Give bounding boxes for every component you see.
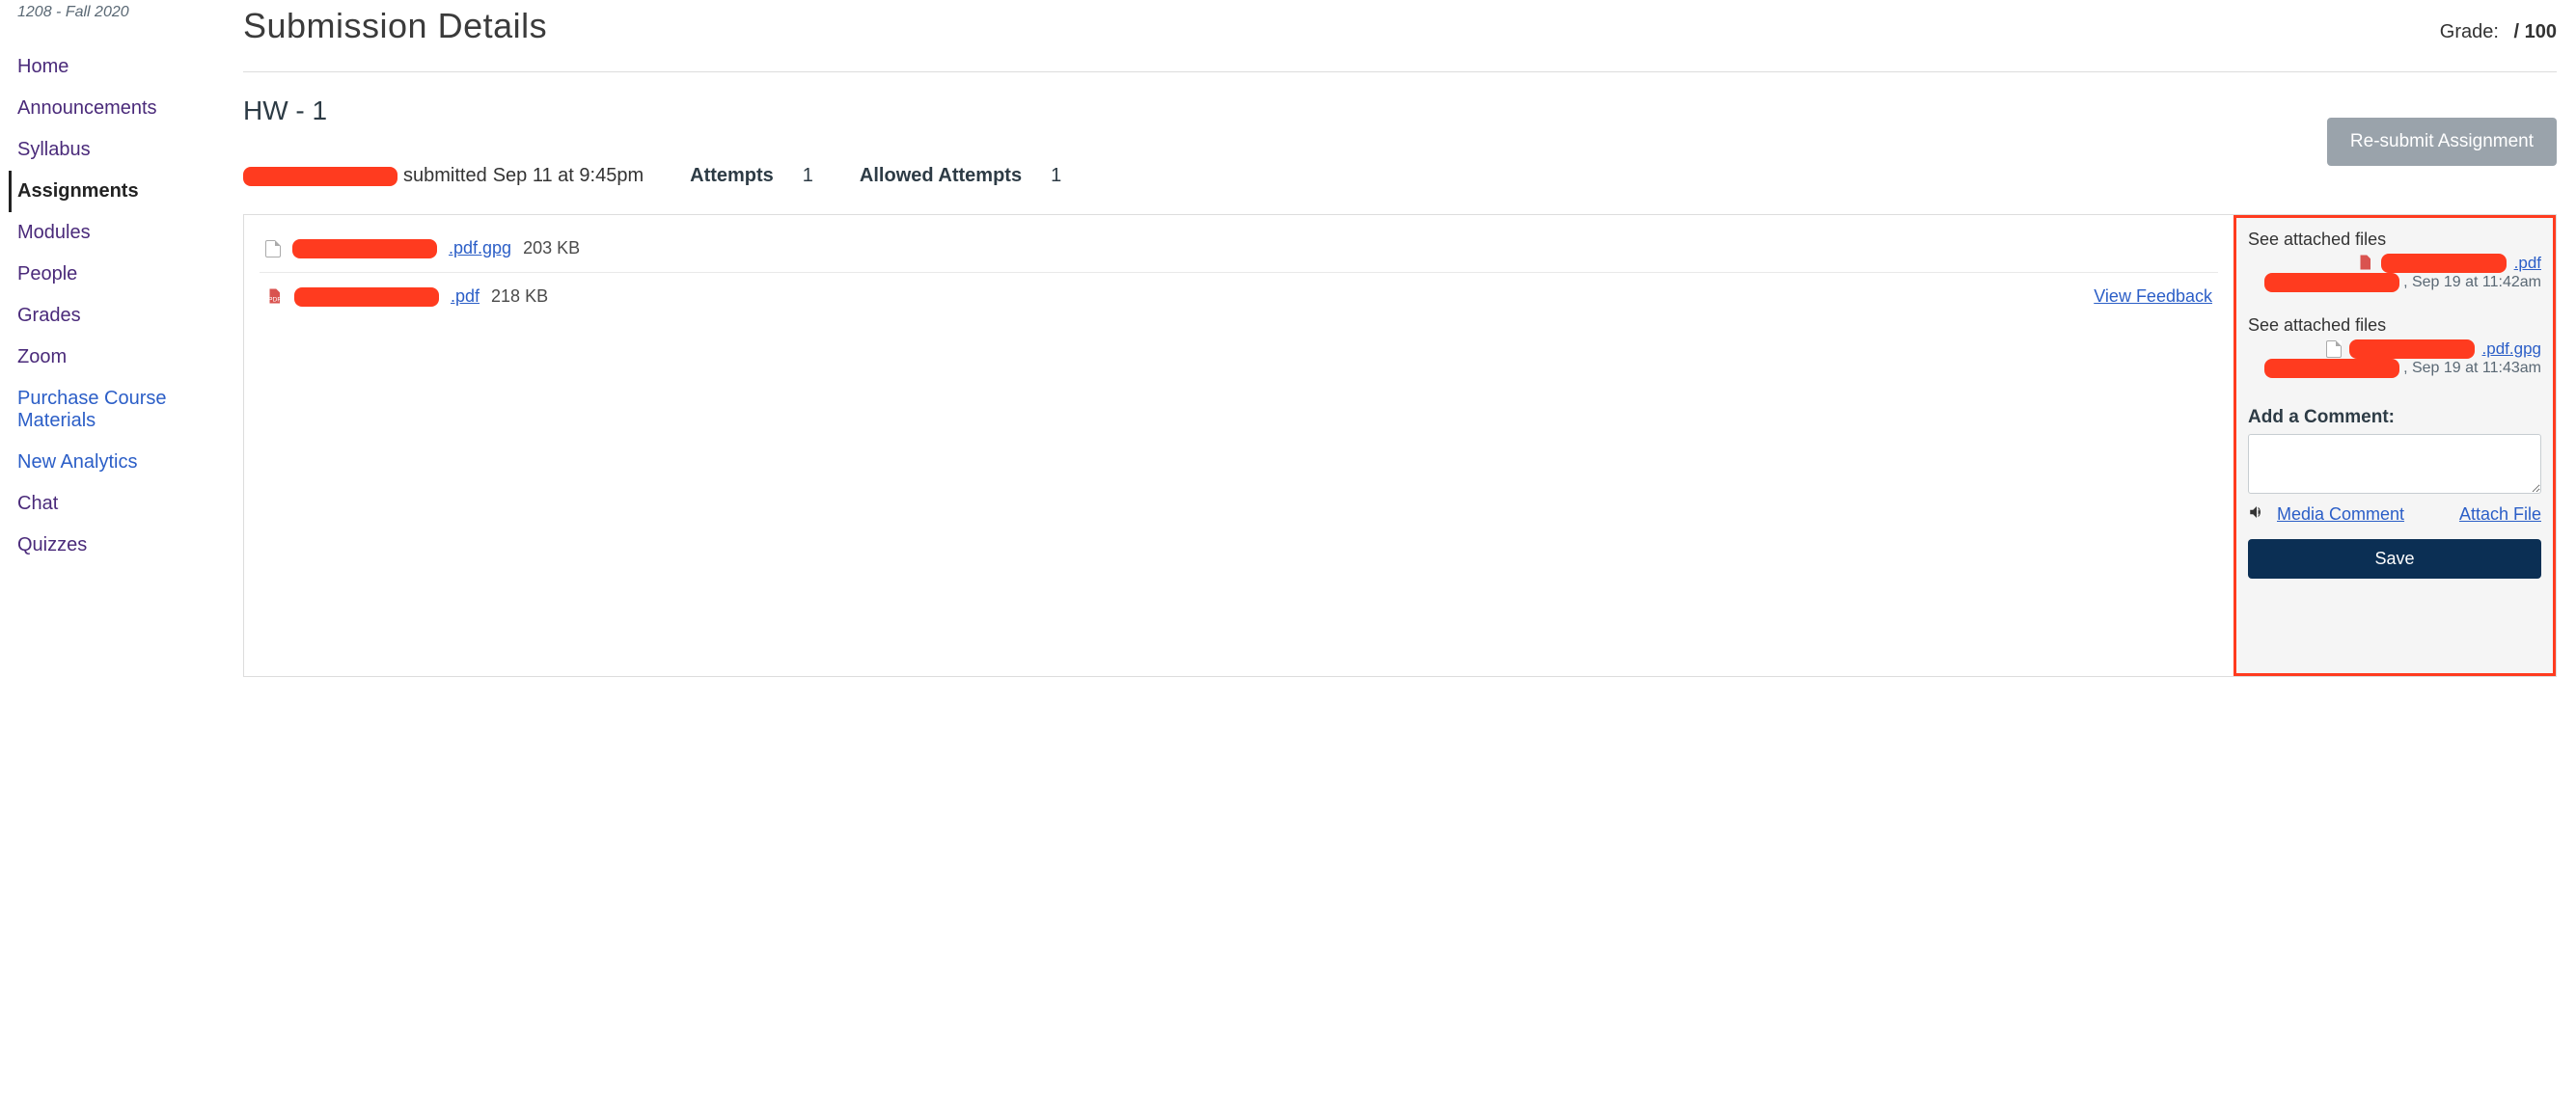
comment-timestamp: , Sep 19 at 11:42am xyxy=(2403,274,2541,291)
nav-assignments[interactable]: Assignments xyxy=(9,171,224,212)
assignment-name: HW - 1 xyxy=(243,95,327,126)
file-icon xyxy=(265,240,281,257)
redacted-commenter-name xyxy=(2264,273,2399,292)
main-content: Submission Details Grade: / 100 HW - 1 s… xyxy=(224,0,2576,677)
add-comment-label: Add a Comment: xyxy=(2248,407,2541,428)
page-title: Submission Details xyxy=(243,6,547,46)
comment-text: See attached files xyxy=(2248,230,2541,250)
nav-modules[interactable]: Modules xyxy=(14,212,224,254)
comment-attachment-link[interactable]: .pdf.gpg xyxy=(2482,339,2541,359)
view-feedback-link[interactable]: View Feedback xyxy=(2094,286,2212,307)
svg-text:PDF: PDF xyxy=(268,296,282,303)
file-icon xyxy=(2326,340,2342,358)
nav-chat[interactable]: Chat xyxy=(14,483,224,525)
nav-grades[interactable]: Grades xyxy=(14,295,224,337)
file-size: 218 KB xyxy=(491,286,548,307)
page-header: Submission Details Grade: / 100 xyxy=(243,0,2557,72)
nav-quizzes[interactable]: Quizzes xyxy=(14,525,224,566)
redacted-submitter-name xyxy=(243,167,397,186)
file-size: 203 KB xyxy=(523,238,580,258)
attach-file-link[interactable]: Attach File xyxy=(2459,504,2541,525)
grade-out-of: / 100 xyxy=(2514,21,2557,42)
redacted-filename xyxy=(294,287,439,307)
nav-people[interactable]: People xyxy=(14,254,224,295)
file-row: PDF .pdf 218 KB View Feedback xyxy=(260,273,2218,320)
nav-home[interactable]: Home xyxy=(14,46,224,88)
pdf-icon: PDF xyxy=(265,287,283,307)
media-comment-link[interactable]: Media Comment xyxy=(2277,504,2404,525)
course-nav: Home Announcements Syllabus Assignments … xyxy=(17,46,224,566)
comment-timestamp: , Sep 19 at 11:43am xyxy=(2403,360,2541,377)
allowed-attempts-block: Allowed Attempts 1 xyxy=(860,165,1061,187)
resubmit-button[interactable]: Re-submit Assignment xyxy=(2327,118,2557,166)
comment-textarea[interactable] xyxy=(2248,434,2541,494)
allowed-label: Allowed Attempts xyxy=(860,165,1022,186)
submission-body: .pdf.gpg 203 KB PDF .pdf 218 KB View Fee… xyxy=(243,214,2557,677)
comment-attachment-link[interactable]: .pdf xyxy=(2514,254,2541,273)
comment-block: See attached files .pdf.gpg , Sep 19 at … xyxy=(2248,315,2541,378)
submitted-prefix: submitted xyxy=(403,165,487,187)
grade-label: Grade: xyxy=(2440,21,2499,42)
course-sidebar: 1208 - Fall 2020 Home Announcements Syll… xyxy=(0,0,224,677)
allowed-value: 1 xyxy=(1051,165,1061,187)
attempts-label: Attempts xyxy=(690,165,774,186)
nav-zoom[interactable]: Zoom xyxy=(14,337,224,378)
pdf-icon xyxy=(2356,254,2373,273)
nav-materials[interactable]: Purchase Course Materials xyxy=(14,378,224,442)
comment-text: See attached files xyxy=(2248,315,2541,336)
submitted-at: Sep 11 at 9:45pm xyxy=(493,165,644,187)
redacted-attachment-name xyxy=(2349,339,2475,359)
nav-syllabus[interactable]: Syllabus xyxy=(14,129,224,171)
comments-pane: See attached files .pdf , Sep 19 at 11:4… xyxy=(2233,215,2556,676)
save-comment-button[interactable]: Save xyxy=(2248,539,2541,579)
submitted-line: submitted Sep 11 at 9:45pm xyxy=(243,165,644,187)
grade-display: Grade: / 100 xyxy=(2440,21,2557,43)
course-code: 1208 - Fall 2020 xyxy=(17,4,224,21)
redacted-commenter-name xyxy=(2264,359,2399,378)
attempts-block: Attempts 1 xyxy=(690,165,813,187)
speaker-icon xyxy=(2248,503,2265,526)
comment-actions: Media Comment Attach File xyxy=(2248,503,2541,526)
nav-analytics[interactable]: New Analytics xyxy=(14,442,224,483)
file-row: .pdf.gpg 203 KB xyxy=(260,225,2218,273)
files-pane: .pdf.gpg 203 KB PDF .pdf 218 KB View Fee… xyxy=(244,215,2233,676)
attempts-value: 1 xyxy=(803,165,813,187)
file-link[interactable]: .pdf xyxy=(451,286,480,307)
file-link[interactable]: .pdf.gpg xyxy=(449,238,511,258)
assignment-meta: HW - 1 submitted Sep 11 at 9:45pm Attemp… xyxy=(243,95,2557,187)
comment-block: See attached files .pdf , Sep 19 at 11:4… xyxy=(2248,230,2541,292)
redacted-filename xyxy=(292,239,437,258)
redacted-attachment-name xyxy=(2381,254,2507,273)
nav-announcements[interactable]: Announcements xyxy=(14,88,224,129)
